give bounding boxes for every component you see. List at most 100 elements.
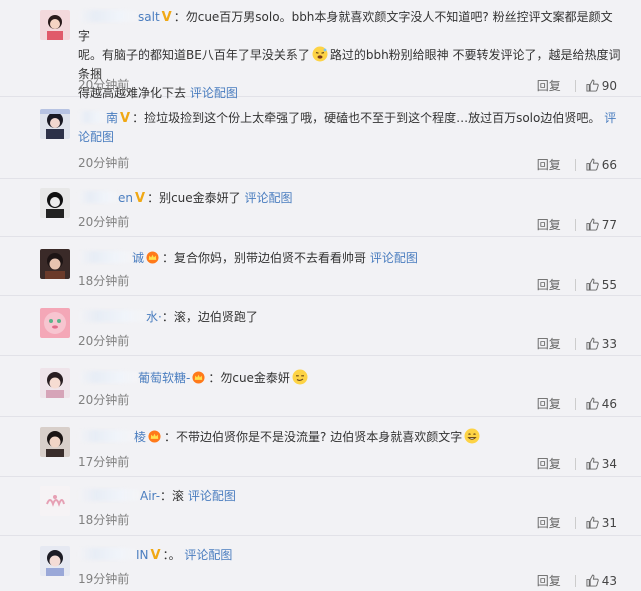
blurred-username xyxy=(78,548,136,560)
thumbs-up-icon[interactable] xyxy=(586,79,599,92)
avatar[interactable] xyxy=(40,427,70,457)
username[interactable]: 水· xyxy=(146,310,162,324)
comment-feed: salt V ：勿cue百万男solo。bbh本身就喜欢颜文字没人不知道吧? 粉丝控… xyxy=(0,0,641,591)
comment-image-link[interactable]: 评论配图 xyxy=(188,489,236,503)
reply-button[interactable]: 回复 xyxy=(537,77,561,94)
reply-button[interactable]: 回复 xyxy=(537,514,561,531)
username[interactable]: 棱 xyxy=(134,430,146,444)
comment-image-link[interactable]: 评论配图 xyxy=(184,548,232,562)
comment-text: ：。 xyxy=(162,548,181,562)
comment-text-line: 呢。有脑子的都知道BE八百年了早没关系了 xyxy=(78,48,310,62)
comment-body: Air-：滚 评论配图 xyxy=(78,487,623,506)
thumbs-up-icon[interactable] xyxy=(586,397,599,410)
comment-actions: 回复 90 xyxy=(537,77,617,94)
timestamp: 20分钟前 xyxy=(78,78,130,92)
avatar[interactable] xyxy=(40,486,70,516)
divider xyxy=(574,79,576,92)
like-count: 55 xyxy=(601,277,617,292)
reply-button[interactable]: 回复 xyxy=(537,216,561,233)
verified-v-icon: V xyxy=(150,548,161,563)
avatar[interactable] xyxy=(40,249,70,279)
like-count: 43 xyxy=(601,573,617,588)
thumbs-up-icon[interactable] xyxy=(586,218,599,231)
blurred-username xyxy=(78,310,146,322)
avatar[interactable] xyxy=(40,109,70,139)
like-count: 46 xyxy=(601,396,617,411)
avatar[interactable] xyxy=(40,546,70,576)
comment-item: en V ：别cue金泰妍了 评论配图 20分钟前 回复 77 xyxy=(0,179,641,237)
thumbs-up-icon[interactable] xyxy=(586,337,599,350)
reply-button[interactable]: 回复 xyxy=(537,156,561,173)
like-count: 34 xyxy=(601,456,617,471)
avatar[interactable] xyxy=(40,10,70,40)
comment-item: salt V ：勿cue百万男solo。bbh本身就喜欢颜文字没人不知道吧? 粉丝控… xyxy=(0,0,641,100)
username[interactable]: 葡萄软糖- xyxy=(138,371,190,385)
reply-button[interactable]: 回复 xyxy=(537,455,561,472)
comment-body: IN V：。 评论配图 xyxy=(78,546,623,565)
thumbs-up-icon[interactable] xyxy=(586,158,599,171)
thumbs-up-icon[interactable] xyxy=(586,516,599,529)
verified-v-icon: V xyxy=(120,111,131,126)
crown-badge-icon xyxy=(148,430,161,443)
comment-actions: 回复 31 xyxy=(537,514,617,531)
like-count: 66 xyxy=(601,157,617,172)
blurred-username xyxy=(78,489,140,501)
timestamp: 18分钟前 xyxy=(78,513,130,527)
verified-v-icon: V xyxy=(161,10,172,25)
sly-face-emoji-icon xyxy=(292,369,308,385)
reply-button[interactable]: 回复 xyxy=(537,572,561,589)
crown-badge-icon xyxy=(192,371,205,384)
divider xyxy=(574,218,576,231)
reply-button[interactable]: 回复 xyxy=(537,335,561,352)
thumbs-up-icon[interactable] xyxy=(586,457,599,470)
timestamp: 20分钟前 xyxy=(78,215,130,229)
reply-button[interactable]: 回复 xyxy=(537,395,561,412)
comment-image-link[interactable]: 评论配图 xyxy=(244,191,292,205)
blurred-username xyxy=(78,111,106,123)
username[interactable]: IN xyxy=(136,548,149,562)
comment-item: IN V：。 评论配图 19分钟前 回复 43 xyxy=(0,536,641,591)
comment-body: 诚 ：复合你妈，别带边伯贤不去看看帅哥 评论配图 xyxy=(78,249,623,268)
comment-actions: 回复 43 xyxy=(537,572,617,589)
comment-image-link[interactable]: 评论配图 xyxy=(370,251,418,265)
username[interactable]: 南 xyxy=(106,111,118,125)
timestamp: 17分钟前 xyxy=(78,455,130,469)
comment-actions: 回复 77 xyxy=(537,216,617,233)
like-count: 31 xyxy=(601,515,617,530)
divider xyxy=(574,278,576,291)
verified-v-icon: V xyxy=(135,191,146,206)
comment-text: ：滚，边伯贤跑了 xyxy=(161,310,258,324)
comment-text: ：不带边伯贤你是不是没流量? 边伯贤本身就喜欢颜文字 xyxy=(164,430,463,444)
username[interactable]: salt xyxy=(138,10,160,24)
username[interactable]: en xyxy=(118,191,133,205)
timestamp: 20分钟前 xyxy=(78,156,130,170)
tired-emoji-icon xyxy=(312,46,328,62)
comment-actions: 回复 55 xyxy=(537,276,617,293)
thumbs-up-icon[interactable] xyxy=(586,574,599,587)
divider xyxy=(574,158,576,171)
timestamp: 19分钟前 xyxy=(78,572,130,586)
blurred-username xyxy=(78,191,118,203)
blurred-username xyxy=(78,10,138,22)
comment-item: 诚 ：复合你妈，别带边伯贤不去看看帅哥 评论配图 18分钟前 回复 55 xyxy=(0,237,641,296)
divider xyxy=(574,516,576,529)
username[interactable]: 诚 xyxy=(132,251,144,265)
thumbs-up-icon[interactable] xyxy=(586,278,599,291)
avatar[interactable] xyxy=(40,308,70,338)
like-count: 77 xyxy=(601,217,617,232)
reply-button[interactable]: 回复 xyxy=(537,276,561,293)
avatar[interactable] xyxy=(40,368,70,398)
username[interactable]: Air- xyxy=(140,489,160,503)
comment-actions: 回复 46 xyxy=(537,395,617,412)
avatar[interactable] xyxy=(40,188,70,218)
like-count: 90 xyxy=(601,78,617,93)
comment-item: 葡萄软糖- ：勿cue金泰妍 20分钟前 回复 46 xyxy=(0,356,641,417)
comment-text: ：勿cue金泰妍 xyxy=(208,371,290,385)
comment-text: ：滚 xyxy=(160,489,185,503)
comment-item: 水·：滚，边伯贤跑了 20分钟前 回复 33 xyxy=(0,296,641,356)
comment-actions: 回复 66 xyxy=(537,156,617,173)
divider xyxy=(574,457,576,470)
divider xyxy=(574,337,576,350)
comment-actions: 回复 33 xyxy=(537,335,617,352)
comment-body: 棱 ：不带边伯贤你是不是没流量? 边伯贤本身就喜欢颜文字 xyxy=(78,428,623,447)
